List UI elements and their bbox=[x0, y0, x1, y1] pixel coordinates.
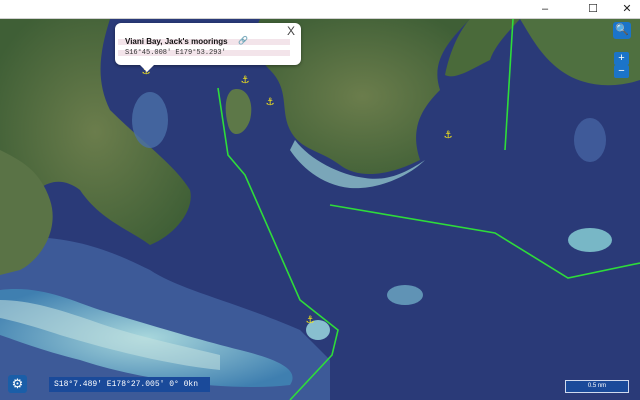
search-icon[interactable]: 🔍 bbox=[613, 22, 631, 39]
popup-title: Viani Bay, Jack's moorings bbox=[125, 37, 228, 46]
position-status: S18°7.489' E178°27.005' 0° 0kn bbox=[49, 377, 210, 392]
anchor-icon[interactable]: ⚓ bbox=[241, 75, 250, 86]
reef-patch-1 bbox=[132, 92, 168, 148]
zoom-in-button[interactable]: + bbox=[614, 52, 629, 65]
minimize-button[interactable]: – bbox=[532, 0, 558, 18]
anchor-icon[interactable]: ⚓ bbox=[266, 97, 275, 108]
popup-close-button[interactable]: X bbox=[287, 24, 295, 38]
gear-icon[interactable]: ⚙ bbox=[8, 375, 27, 393]
reef-patch-2 bbox=[568, 228, 612, 252]
mooring-popup[interactable]: Viani Bay, Jack's moorings 🔗 S16°45.008'… bbox=[115, 23, 301, 72]
link-icon[interactable]: 🔗 bbox=[238, 36, 248, 45]
window-titlebar: – ☐ ✕ bbox=[0, 0, 640, 19]
satellite-map[interactable]: ⚓ ⚓ ⚓ ⚓ ⚓ bbox=[0, 19, 640, 400]
anchor-icon[interactable]: ⚓ bbox=[306, 315, 315, 326]
anchor-icon[interactable]: ⚓ bbox=[444, 130, 453, 141]
popup-coordinates: S16°45.008' E179°53.293' bbox=[125, 49, 226, 57]
window-close-button[interactable]: ✕ bbox=[614, 0, 640, 18]
scale-bar: 0.5 nm bbox=[565, 380, 629, 393]
reef-patch-3 bbox=[387, 285, 423, 305]
reef-patch-5 bbox=[574, 118, 606, 162]
maximize-button[interactable]: ☐ bbox=[580, 0, 606, 18]
zoom-out-button[interactable]: − bbox=[614, 65, 629, 78]
map-canvas[interactable]: ⚓ ⚓ ⚓ ⚓ ⚓ bbox=[0, 19, 640, 400]
